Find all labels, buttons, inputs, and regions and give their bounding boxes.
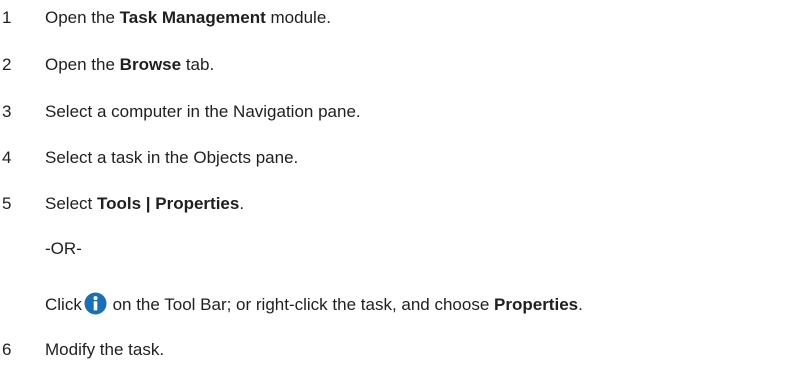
step-number: 5 xyxy=(2,194,12,213)
step-text-part: Select xyxy=(45,194,97,213)
step-text: Open the Task Management module. xyxy=(45,7,331,29)
step-text: Modify the task. xyxy=(45,340,165,359)
step-text: Select Tools | Properties. xyxy=(45,193,244,215)
step-text-part: Click xyxy=(45,295,82,314)
ui-term: Task Management xyxy=(119,8,266,27)
ui-term: Tools | Properties xyxy=(96,194,240,213)
ui-term: Properties xyxy=(494,295,579,314)
step-number: 4 xyxy=(2,148,12,167)
step-number: 3 xyxy=(2,102,12,121)
step-text: Open the Browse tab. xyxy=(45,54,214,76)
or-separator: -OR- xyxy=(45,239,82,258)
step-text-part: Open the xyxy=(45,55,120,74)
step-number: 1 xyxy=(2,8,12,27)
step-text-part: module. xyxy=(265,8,331,27)
step-text: Click on the Tool Bar; or right-click th… xyxy=(45,292,583,316)
step-text-part: . xyxy=(578,295,583,314)
info-icon xyxy=(84,292,107,315)
step-text: Select a task in the Objects pane. xyxy=(45,148,299,167)
step-text-part: on the Tool Bar; or right-click the task… xyxy=(107,295,495,314)
step-text-part: tab. xyxy=(181,55,215,74)
step-text-part: Open the xyxy=(45,8,120,27)
ui-term: Browse xyxy=(119,55,182,74)
step-number: 6 xyxy=(2,340,12,359)
step-text: Select a computer in the Navigation pane… xyxy=(45,102,361,121)
procedure-steps: 1 Open the Task Management module. 2 Ope… xyxy=(0,0,809,365)
step-text-part: . xyxy=(239,194,245,213)
step-number: 2 xyxy=(2,55,12,74)
